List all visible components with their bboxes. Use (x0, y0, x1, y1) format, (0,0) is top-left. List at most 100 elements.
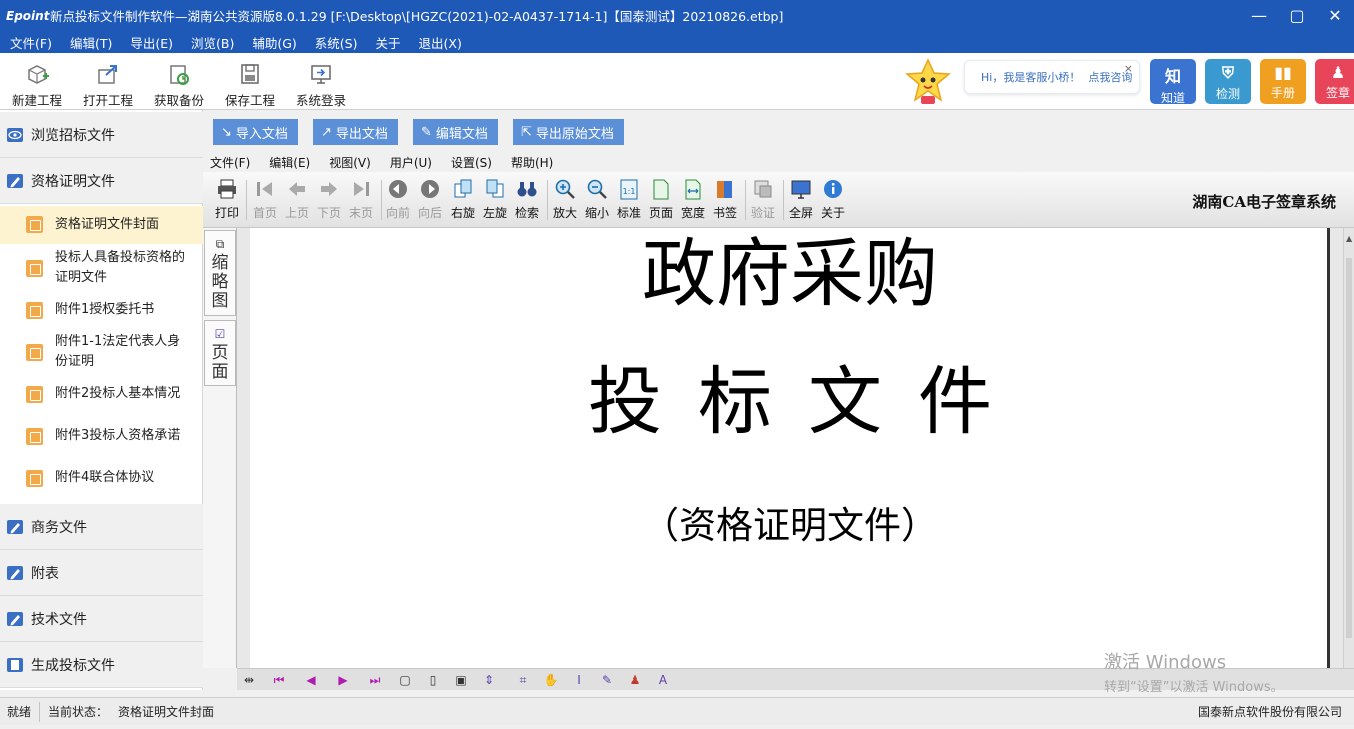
sidebar-section-business[interactable]: 商务文件 (0, 504, 203, 550)
export-document-button[interactable]: ↗ 导出文档 (313, 119, 398, 145)
vertical-scrollbar[interactable]: ▲ (1343, 228, 1354, 668)
menu-export[interactable]: 导出(E) (130, 33, 173, 52)
minimize-button[interactable]: — (1240, 0, 1278, 31)
detect-button[interactable]: ⛨ 检测 (1205, 59, 1251, 104)
last-page-icon (350, 178, 372, 200)
pen-tool-icon[interactable]: ✎ (599, 672, 615, 688)
verify-icon (752, 178, 774, 200)
import-document-button[interactable]: ↘ 导入文档 (213, 119, 298, 145)
sidebar-section-generate[interactable]: 生成投标文件 (0, 642, 203, 688)
split-icon[interactable]: ⇹ (241, 672, 257, 688)
next-page-button[interactable]: 下页 (313, 178, 345, 224)
get-backup-button[interactable]: 获取备份 (143, 57, 215, 108)
rotate-right-button[interactable]: 右旋 (447, 178, 479, 224)
zoom-out-button[interactable]: 缩小 (581, 178, 613, 224)
sidebar-item-consortium-agreement[interactable]: 附件4联合体协议 (0, 462, 203, 494)
single-page-icon[interactable]: ▢ (397, 672, 413, 688)
viewer-menu-user[interactable]: 用户(U) (390, 154, 432, 171)
viewer-menu-view[interactable]: 视图(V) (329, 154, 371, 171)
fullscreen-button[interactable]: 全屏 (785, 178, 817, 224)
rotate-left-button[interactable]: 左旋 (479, 178, 511, 224)
save-project-icon (237, 62, 263, 86)
text-select-icon[interactable]: I (571, 672, 587, 688)
export-original-button[interactable]: ⇱ 导出原始文档 (513, 119, 624, 145)
sidebar-item-bidder-qualification-proof[interactable]: 投标人具备投标资格的 证明文件 (0, 246, 203, 290)
menu-browse[interactable]: 浏览(B) (191, 33, 234, 52)
zoom-in-button[interactable]: 放大 (549, 178, 581, 224)
document-icon (26, 260, 43, 277)
sidebar-section-qualification[interactable]: 资格证明文件 (0, 158, 203, 204)
fit-height-icon[interactable]: ⇕ (481, 672, 497, 688)
tab-pages[interactable]: ☑ 页 面 (204, 320, 236, 386)
sidebar-item-authorization-letter[interactable]: 附件1授权委托书 (0, 294, 203, 326)
document-icon (26, 302, 43, 319)
first-page-button[interactable]: 首页 (249, 178, 281, 224)
viewer-menu-settings[interactable]: 设置(S) (451, 154, 492, 171)
save-project-button[interactable]: 保存工程 (214, 57, 286, 108)
last-page-small-icon[interactable]: ⏭ (367, 672, 383, 688)
scroll-up-icon[interactable]: ▲ (1346, 234, 1352, 243)
text-tool-icon[interactable]: A (655, 672, 671, 688)
menu-edit[interactable]: 编辑(T) (70, 33, 112, 52)
tab-thumbnails[interactable]: ⧉ 缩 略 图 (204, 230, 236, 316)
sidebar-section-browse-tender[interactable]: 浏览招标文件 (0, 112, 203, 158)
stamp-tool-icon[interactable]: ♟ (627, 672, 643, 688)
document-icon (26, 428, 43, 445)
zhidao-icon: 知 (1164, 67, 1181, 86)
back-button[interactable]: 向前 (382, 178, 414, 224)
prev-page-button[interactable]: 上页 (281, 178, 313, 224)
print-button[interactable]: 打印 (211, 178, 243, 224)
continuous-page-icon[interactable]: ▯ (425, 672, 441, 688)
search-button[interactable]: 检索 (511, 178, 543, 224)
actual-size-button[interactable]: 1:1 标准 (613, 178, 645, 224)
maximize-button[interactable]: ▢ (1278, 0, 1316, 31)
menu-exit[interactable]: 退出(X) (419, 33, 462, 52)
sidebar-section-attachments[interactable]: 附表 (0, 550, 203, 596)
menu-assist[interactable]: 辅助(G) (252, 33, 296, 52)
new-project-button[interactable]: 新建工程 (1, 57, 73, 108)
about-button[interactable]: 关于 (817, 178, 849, 224)
sidebar-item-qualification-cover[interactable]: 资格证明文件封面 (0, 206, 203, 244)
scroll-thumb[interactable] (1346, 258, 1352, 638)
assistant-mascot-icon[interactable] (905, 58, 951, 106)
sidebar-item-legal-rep-id[interactable]: 附件1-1法定代表人身 份证明 (0, 330, 203, 374)
verify-button[interactable]: 验证 (747, 178, 779, 224)
prev-page-small-icon[interactable]: ◀ (303, 672, 319, 688)
bookmark-button[interactable]: 书签 (709, 178, 741, 224)
sidebar-section-technical[interactable]: 技术文件 (0, 596, 203, 642)
sidebar-item-bidder-basic-info[interactable]: 附件2投标人基本情况 (0, 378, 203, 410)
sidebar-item-qualification-pledge[interactable]: 附件3投标人资格承诺 (0, 420, 203, 452)
hand-tool-icon[interactable]: ✋ (543, 672, 559, 688)
viewer-menu-file[interactable]: 文件(F) (210, 154, 250, 171)
facing-page-icon[interactable]: ▣ (453, 672, 469, 688)
bubble-close-icon[interactable]: × (1124, 62, 1133, 75)
menu-system[interactable]: 系统(S) (315, 33, 358, 52)
fit-width-button[interactable]: 宽度 (677, 178, 709, 224)
grid-icon[interactable]: ⌗ (515, 672, 531, 688)
viewer-menu-help[interactable]: 帮助(H) (511, 154, 553, 171)
forward-button[interactable]: 向后 (414, 178, 446, 224)
thumbnails-icon: ⧉ (215, 237, 225, 251)
last-page-button[interactable]: 末页 (345, 178, 377, 224)
zoom-out-icon (586, 178, 608, 200)
open-project-icon (95, 62, 121, 86)
fit-page-button[interactable]: 页面 (645, 178, 677, 224)
edit-document-button[interactable]: ✎ 编辑文档 (413, 119, 498, 145)
svg-text:1:1: 1:1 (623, 187, 636, 196)
edit-icon (7, 611, 23, 626)
menu-about[interactable]: 关于 (376, 33, 401, 52)
first-page-small-icon[interactable]: ⏮ (271, 672, 287, 688)
assistant-bubble[interactable]: Hi，我是客服小桥！ 点我咨询 × (964, 60, 1140, 94)
zhidao-button[interactable]: 知 知道 (1150, 59, 1196, 105)
assistant-greeting: Hi，我是客服小桥！ (981, 71, 1081, 84)
next-page-small-icon[interactable]: ▶ (335, 672, 351, 688)
edit-icon (7, 519, 23, 534)
menu-file[interactable]: 文件(F) (10, 33, 52, 52)
close-button[interactable]: ✕ (1316, 0, 1354, 31)
open-project-button[interactable]: 打开工程 (72, 57, 144, 108)
manual-button[interactable]: ▮▮ 手册 (1260, 59, 1306, 104)
signature-button[interactable]: ♟ 签章 (1315, 59, 1354, 104)
status-label: 当前状态： (48, 705, 109, 719)
login-button[interactable]: 系统登录 (285, 57, 357, 108)
viewer-menu-edit[interactable]: 编辑(E) (269, 154, 310, 171)
